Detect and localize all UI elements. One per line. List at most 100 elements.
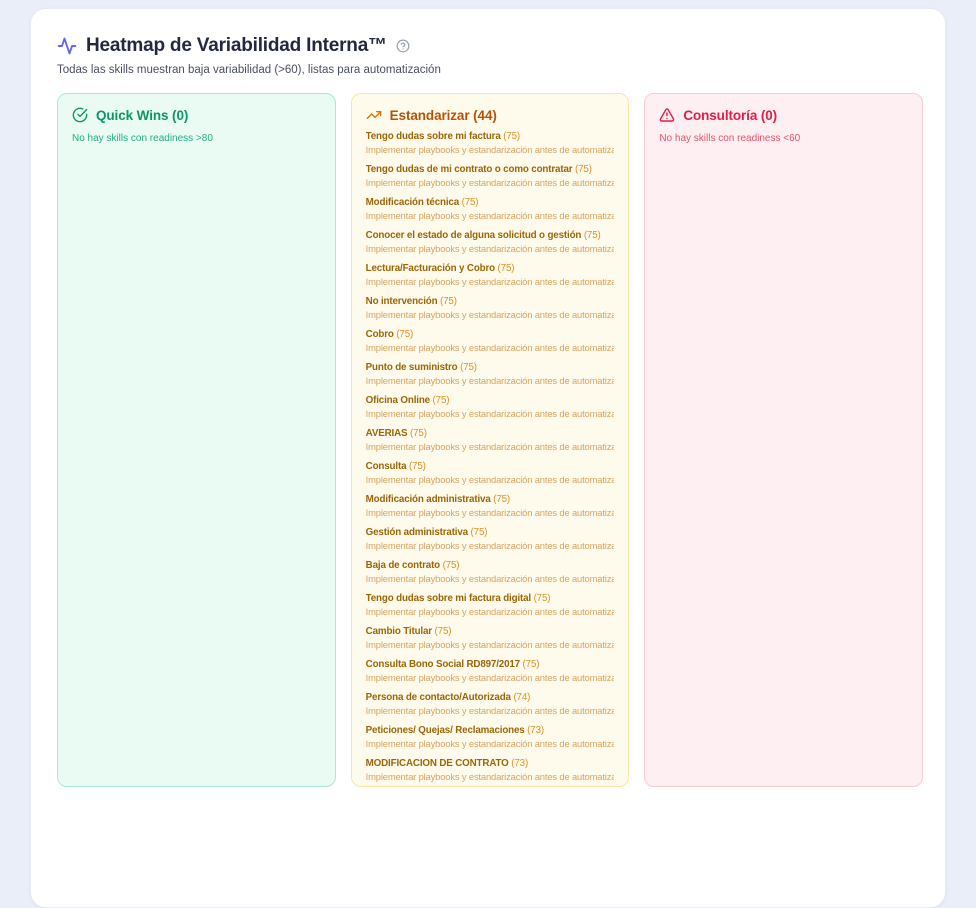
skill-item: MODIFICACION DE CONTRATO (73) Implementar… bbox=[366, 757, 615, 784]
skill-name: MODIFICACION DE CONTRATO bbox=[366, 758, 509, 769]
quick-wins-column: Quick Wins (0) No hay skills con readine… bbox=[57, 93, 336, 787]
quick-wins-header: Quick Wins (0) bbox=[72, 107, 321, 123]
skill-name: AVERIAS bbox=[366, 428, 408, 439]
skill-score: (75) bbox=[501, 131, 520, 142]
skill-item: AVERIAS (75)Implementar playbooks y esta… bbox=[366, 427, 615, 454]
skill-name: Consulta Bono Social RD897/2017 bbox=[366, 659, 520, 670]
skill-title: Cobro (75) bbox=[366, 328, 615, 341]
page-subtitle: Todas las skills muestran baja variabili… bbox=[57, 64, 923, 76]
skill-note: Implementar playbooks y estandarización … bbox=[366, 342, 615, 354]
skill-score: (75) bbox=[491, 494, 510, 505]
check-circle-icon bbox=[72, 107, 88, 123]
skill-title: Tengo dudas de mi contrato o como contra… bbox=[366, 163, 615, 176]
skill-title: Modificación administrativa (75) bbox=[366, 493, 615, 506]
skill-name: Lectura/Facturación y Cobro bbox=[366, 263, 495, 274]
skill-title: Lectura/Facturación y Cobro (75) bbox=[366, 262, 615, 275]
skill-note: Implementar playbooks y estandarización … bbox=[366, 177, 615, 189]
skill-title: Consulta Bono Social RD897/2017 (75) bbox=[366, 658, 615, 671]
skill-name: Consulta bbox=[366, 461, 407, 472]
quick-wins-empty-note: No hay skills con readiness >80 bbox=[72, 133, 321, 144]
skill-name: Peticiones/ Quejas/ Reclamaciones bbox=[366, 725, 525, 736]
skill-item: Consulta (75) Implementar playbooks y est… bbox=[366, 460, 615, 487]
skill-score: (73) bbox=[509, 758, 528, 769]
skill-title: Tengo dudas sobre mi factura digital (75… bbox=[366, 592, 615, 605]
quick-wins-title: Quick Wins (0) bbox=[96, 108, 188, 123]
skill-title: Punto de suministro (75) bbox=[366, 361, 615, 374]
heatmap-card: Heatmap de Variabilidad Interna™ Todas l… bbox=[30, 8, 946, 908]
skill-item: Tengo dudas sobre mi factura digital (75… bbox=[366, 592, 615, 619]
skill-note: Implementar playbooks y estandarización … bbox=[366, 771, 615, 783]
skill-score: (75) bbox=[531, 593, 550, 604]
skill-score: (75) bbox=[406, 461, 425, 472]
skill-score: (75) bbox=[437, 296, 456, 307]
skill-item: Lectura/Facturación y Cobro (75)Implemen… bbox=[366, 262, 615, 289]
skill-note: Implementar playbooks y estandarización … bbox=[366, 144, 615, 156]
skill-name: Modificación administrativa bbox=[366, 494, 491, 505]
skill-note: Implementar playbooks y estandarización … bbox=[366, 408, 615, 420]
skill-score: (73) bbox=[525, 725, 544, 736]
help-circle-icon[interactable] bbox=[396, 39, 410, 53]
skill-note: Implementar playbooks y estandarización … bbox=[366, 672, 615, 684]
skill-name: Tengo dudas sobre mi factura bbox=[366, 131, 501, 142]
estandarizar-title: Estandarizar (44) bbox=[390, 108, 497, 123]
skill-score: (75) bbox=[495, 263, 514, 274]
skill-item: Cambio Titular (75)Implementar playbooks… bbox=[366, 625, 615, 652]
skill-item: Baja de contrato (75)Implementar playboo… bbox=[366, 559, 615, 586]
skill-title: Oficina Online (75) bbox=[366, 394, 615, 407]
skill-name: Conocer el estado de alguna solicitud o … bbox=[366, 230, 582, 241]
skill-name: Punto de suministro bbox=[366, 362, 458, 373]
skill-score: (75) bbox=[468, 527, 487, 538]
consultoria-header: Consultoría (0) bbox=[659, 107, 908, 123]
skill-note: Implementar playbooks y estandarización … bbox=[366, 738, 615, 750]
skill-name: Cobro bbox=[366, 329, 394, 340]
skill-note: Implementar playbooks y estandarización … bbox=[366, 276, 615, 288]
estandarizar-header: Estandarizar (44) bbox=[366, 107, 615, 123]
skill-item: Tengo dudas de mi contrato o como contra… bbox=[366, 163, 615, 190]
skill-score: (75) bbox=[520, 659, 539, 670]
skill-item: Gestión administrativa (75)Implementar p… bbox=[366, 526, 615, 553]
skill-item: Cobro (75)Implementar playbooks y estand… bbox=[366, 328, 615, 355]
skill-score: (75) bbox=[459, 197, 478, 208]
consultoria-empty-note: No hay skills con readiness <60 bbox=[659, 133, 908, 144]
skill-item: Conocer el estado de alguna solicitud o … bbox=[366, 229, 615, 256]
skill-name: Tengo dudas de mi contrato o como contra… bbox=[366, 164, 573, 175]
skill-note: Implementar playbooks y estandarización … bbox=[366, 375, 615, 387]
skill-item: Modificación técnica (75)Implementar pla… bbox=[366, 196, 615, 223]
skill-note: Implementar playbooks y estandarización … bbox=[366, 441, 615, 453]
skill-title: Baja de contrato (75) bbox=[366, 559, 615, 572]
skill-title: Modificación técnica (75) bbox=[366, 196, 615, 209]
skill-score: (75) bbox=[394, 329, 413, 340]
skill-title: Conocer el estado de alguna solicitud o … bbox=[366, 229, 615, 242]
skill-score: (75) bbox=[572, 164, 591, 175]
estandarizar-column[interactable]: Estandarizar (44) Tengo dudas sobre mi f… bbox=[351, 93, 630, 787]
skill-title: Peticiones/ Quejas/ Reclamaciones (73) bbox=[366, 724, 615, 737]
consultoria-column: Consultoría (0) No hay skills con readin… bbox=[644, 93, 923, 787]
skill-note: Implementar playbooks y estandarización … bbox=[366, 474, 615, 486]
skill-score: (75) bbox=[440, 560, 459, 571]
skill-title: AVERIAS (75) bbox=[366, 427, 615, 440]
skill-item: Oficina Online (75)Implementar playbooks… bbox=[366, 394, 615, 421]
skill-score: (75) bbox=[581, 230, 600, 241]
skill-title: Persona de contacto/Autorizada (74) bbox=[366, 691, 615, 704]
skill-name: No intervención bbox=[366, 296, 438, 307]
estandarizar-skill-list: Tengo dudas sobre mi factura (75)Impleme… bbox=[366, 130, 615, 784]
skill-item: Persona de contacto/Autorizada (74)Imple… bbox=[366, 691, 615, 718]
skill-name: Oficina Online bbox=[366, 395, 430, 406]
skill-note: Implementar playbooks y estandarización … bbox=[366, 705, 615, 717]
consultoria-title: Consultoría (0) bbox=[683, 108, 777, 123]
skill-note: Implementar playbooks y estandarización … bbox=[366, 210, 615, 222]
skill-name: Tengo dudas sobre mi factura digital bbox=[366, 593, 531, 604]
skill-note: Implementar playbooks y estandarización … bbox=[366, 573, 615, 585]
skill-title: Gestión administrativa (75) bbox=[366, 526, 615, 539]
skill-item: No intervención (75)Implementar playbook… bbox=[366, 295, 615, 322]
skill-item: Tengo dudas sobre mi factura (75)Impleme… bbox=[366, 130, 615, 157]
card-header: Heatmap de Variabilidad Interna™ bbox=[57, 35, 923, 57]
skill-note: Implementar playbooks y estandarización … bbox=[366, 243, 615, 255]
skill-title: Tengo dudas sobre mi factura (75) bbox=[366, 130, 615, 143]
activity-pulse-icon bbox=[57, 36, 77, 56]
skill-score: (75) bbox=[432, 626, 451, 637]
skill-item: Peticiones/ Quejas/ Reclamaciones (73)Im… bbox=[366, 724, 615, 751]
skill-item: Punto de suministro (75)Implementar play… bbox=[366, 361, 615, 388]
skill-name: Gestión administrativa bbox=[366, 527, 468, 538]
skill-note: Implementar playbooks y estandarización … bbox=[366, 606, 615, 618]
